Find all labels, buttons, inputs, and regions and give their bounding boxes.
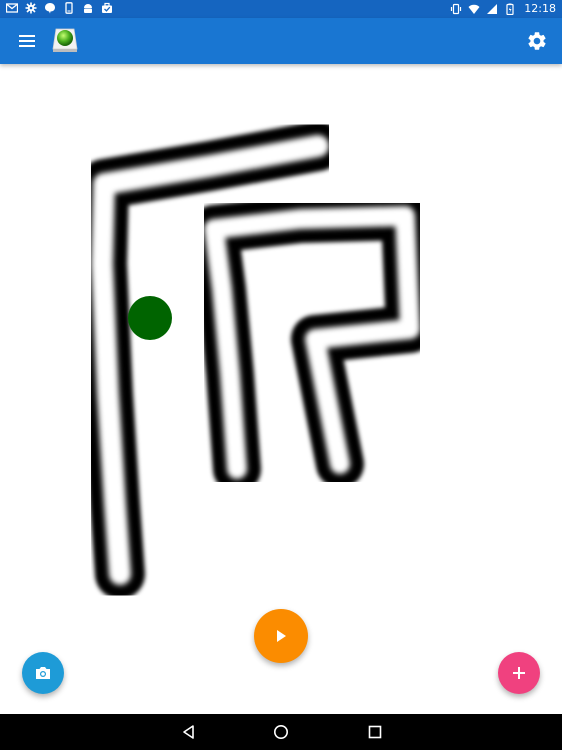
app-bar [0, 18, 562, 64]
hangouts-icon [45, 3, 55, 14]
notification-icons [6, 2, 113, 14]
navigation-bar [0, 714, 562, 750]
ball[interactable] [128, 296, 172, 340]
status-clock: 12:18 [524, 2, 556, 15]
track-right [190, 192, 434, 493]
home-icon[interactable] [272, 723, 290, 741]
play-icon [277, 630, 286, 642]
play-button[interactable] [254, 609, 308, 663]
phone-icon [65, 2, 73, 14]
settings-gear-icon [25, 2, 37, 14]
plus-icon [513, 667, 525, 679]
back-icon[interactable] [180, 723, 198, 741]
add-button[interactable] [498, 652, 540, 694]
battery-icon [506, 3, 514, 15]
android-icon [84, 4, 92, 13]
briefcase-icon [102, 2, 112, 13]
app-logo-green-ball-icon [52, 28, 78, 52]
camera-icon [36, 667, 50, 679]
menu-icon[interactable] [16, 30, 38, 52]
vibrate-icon [451, 3, 462, 15]
camera-button[interactable] [22, 652, 64, 694]
system-icons: 12:18 [450, 2, 556, 16]
settings-icon[interactable] [526, 30, 548, 52]
status-bar: 12:18 [0, 0, 562, 18]
signal-icon [487, 4, 498, 14]
wifi-icon [468, 4, 480, 14]
recent-apps-icon[interactable] [366, 723, 384, 741]
gmail-icon [6, 3, 18, 13]
